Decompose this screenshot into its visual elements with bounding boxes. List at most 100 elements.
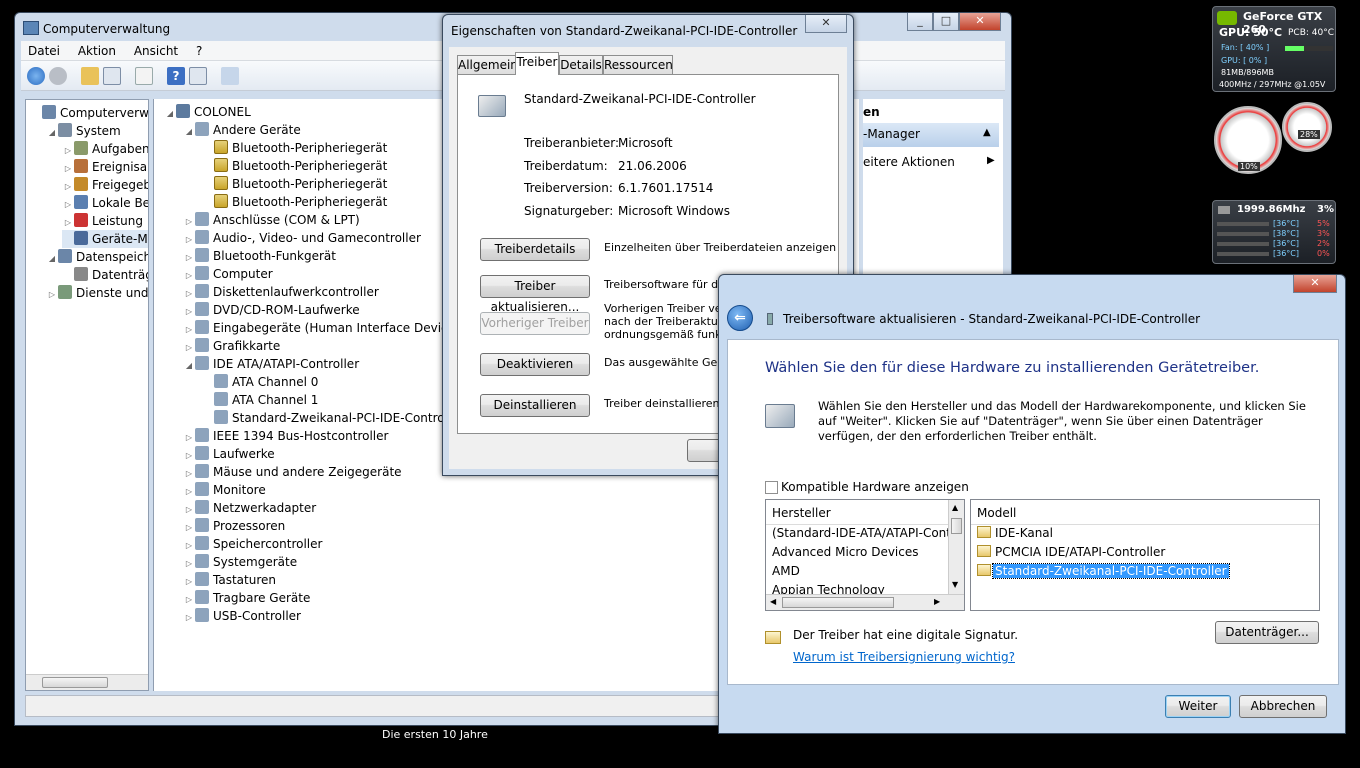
- device-tree-item[interactable]: ▷ Tastaturen: [183, 571, 276, 589]
- tab-treiber[interactable]: Treiber: [515, 52, 559, 75]
- model-list[interactable]: Modell IDE-Kanal PCMCIA IDE/ATAPI-Control…: [970, 499, 1320, 611]
- device-tree-item[interactable]: ▷ Audio-, Video- und Gamecontroller: [183, 229, 421, 247]
- driver-action-button[interactable]: Deinstallieren: [480, 394, 590, 417]
- model-item[interactable]: IDE-Kanal: [977, 526, 1055, 543]
- device-tree-item[interactable]: ▷ DVD/CD-ROM-Laufwerke: [183, 301, 360, 319]
- device-tree-item[interactable]: ▷ Grafikkarte: [183, 337, 280, 355]
- expand-icon[interactable]: ◢: [183, 357, 195, 375]
- device-tree-item[interactable]: ◢ COLONEL: [164, 103, 251, 121]
- up-folder-icon[interactable]: [81, 67, 99, 85]
- expand-icon[interactable]: ◢: [46, 250, 58, 268]
- show-tree-icon[interactable]: [103, 67, 121, 85]
- console-tree-item[interactable]: ▷Lokale Ben: [62, 194, 148, 212]
- device-tree-item[interactable]: Bluetooth-Peripheriegerät: [202, 175, 387, 193]
- back-button[interactable]: ⇐: [727, 305, 753, 331]
- left-hscrollbar[interactable]: [26, 674, 148, 690]
- console-tree-item[interactable]: ▷ Leistung: [62, 212, 143, 230]
- manufacturer-vscrollbar[interactable]: ▲ ▼: [948, 500, 964, 594]
- scroll-left-icon[interactable]: ◀: [770, 597, 776, 606]
- minimize-button[interactable]: _: [907, 13, 933, 31]
- device-tree-item[interactable]: ▷ USB-Controller: [183, 607, 301, 625]
- device-tree-item[interactable]: ▷ Diskettenlaufwerkcontroller: [183, 283, 379, 301]
- manufacturer-item[interactable]: AMD: [772, 564, 800, 578]
- expand-icon[interactable]: ◢: [183, 123, 195, 141]
- actions-device-manager[interactable]: -Manager ▲: [863, 123, 999, 147]
- device-tree-item[interactable]: Standard-Zweikanal-PCI-IDE-Controller: [202, 409, 464, 427]
- help-icon[interactable]: ?: [167, 67, 185, 85]
- forward-arrow-icon[interactable]: [49, 67, 67, 85]
- back-arrow-icon[interactable]: [27, 67, 45, 85]
- expand-icon[interactable]: ◢: [46, 124, 58, 142]
- device-tree-item[interactable]: ◢ IDE ATA/ATAPI-Controller: [183, 355, 359, 373]
- tab-allgemein[interactable]: Allgemein: [457, 55, 518, 75]
- actions-more[interactable]: eitere Aktionen ▶: [863, 153, 999, 173]
- signature-link[interactable]: Warum ist Treibersignierung wichtig?: [793, 650, 1015, 664]
- scan-hardware-icon[interactable]: [221, 67, 239, 85]
- device-tree-item[interactable]: ATA Channel 0: [202, 373, 318, 391]
- view-icon[interactable]: [189, 67, 207, 85]
- maximize-button[interactable]: □: [933, 13, 959, 31]
- manufacturer-item[interactable]: Advanced Micro Devices: [772, 545, 919, 559]
- wizard-close-button[interactable]: ✕: [1293, 275, 1337, 293]
- console-tree-item[interactable]: Computerverwaltu: [30, 104, 148, 122]
- manufacturer-item[interactable]: (Standard-IDE-ATA/ATAPI-Contr: [772, 526, 956, 540]
- device-tree-item[interactable]: ▷ Mäuse und andere Zeigegeräte: [183, 463, 402, 481]
- manufacturer-vscroll-thumb[interactable]: [951, 518, 962, 534]
- left-hscroll-thumb[interactable]: [42, 677, 108, 688]
- menu-datei[interactable]: Datei: [21, 41, 67, 61]
- model-item-selected[interactable]: Standard-Zweikanal-PCI-IDE-Controller: [977, 563, 1230, 581]
- menu-ansicht[interactable]: Ansicht: [127, 41, 185, 61]
- scroll-down-icon[interactable]: ▼: [952, 580, 958, 589]
- console-tree-item[interactable]: Datenträge: [62, 266, 148, 284]
- console-tree-item[interactable]: ◢ System: [46, 122, 121, 140]
- console-tree-item[interactable]: ▷Freigegebe: [62, 176, 148, 194]
- device-tree-item[interactable]: ▷ IEEE 1394 Bus-Hostcontroller: [183, 427, 388, 445]
- menu-aktion[interactable]: Aktion: [71, 41, 123, 61]
- expand-icon[interactable]: ▷: [183, 609, 195, 627]
- driver-action-button[interactable]: Treiber aktualisieren...: [480, 275, 590, 314]
- console-tree-item[interactable]: ▷Aufgabenp: [62, 140, 148, 158]
- driver-action-button[interactable]: Vorheriger Treiber: [480, 312, 590, 335]
- next-button[interactable]: Weiter: [1165, 695, 1231, 718]
- device-tree-item[interactable]: ▷ Prozessoren: [183, 517, 285, 535]
- close-button[interactable]: ✕: [959, 13, 1001, 31]
- console-tree-item[interactable]: Geräte-Ma: [62, 230, 148, 248]
- properties-close-button[interactable]: ✕: [805, 15, 847, 33]
- tab-details[interactable]: Details: [559, 55, 603, 75]
- console-tree-label: Ereignisan: [92, 160, 149, 174]
- cancel-button[interactable]: Abbrechen: [1239, 695, 1327, 718]
- driver-action-button[interactable]: Treiberdetails: [480, 238, 590, 261]
- device-tree-item[interactable]: Bluetooth-Peripheriegerät: [202, 193, 387, 211]
- device-tree-item[interactable]: ▷ Eingabegeräte (Human Interface Devices): [183, 319, 466, 337]
- device-tree-item[interactable]: ATA Channel 1: [202, 391, 318, 409]
- device-tree-item[interactable]: ◢ Andere Geräte: [183, 121, 301, 139]
- device-tree-item[interactable]: ▷ Tragbare Geräte: [183, 589, 310, 607]
- device-tree-item[interactable]: ▷ Laufwerke: [183, 445, 275, 463]
- device-tree-item[interactable]: ▷ Speichercontroller: [183, 535, 322, 553]
- console-tree-item[interactable]: ▷ Ereignisan: [62, 158, 149, 176]
- expand-icon[interactable]: ◢: [164, 105, 176, 123]
- manufacturer-hscroll-thumb[interactable]: [782, 597, 894, 608]
- console-tree-item[interactable]: ▷ Dienste und A: [46, 284, 148, 304]
- model-item[interactable]: PCMCIA IDE/ATAPI-Controller: [977, 545, 1167, 562]
- tab-ressourcen[interactable]: Ressourcen: [603, 55, 673, 75]
- device-tree-item[interactable]: ▷ Monitore: [183, 481, 266, 499]
- device-tree-item[interactable]: ▷ Computer: [183, 265, 273, 283]
- scroll-up-icon[interactable]: ▲: [952, 503, 958, 512]
- scroll-right-icon[interactable]: ▶: [934, 597, 940, 606]
- menu-help[interactable]: ?: [189, 41, 209, 61]
- compat-checkbox[interactable]: [765, 481, 778, 494]
- properties-icon[interactable]: [135, 67, 153, 85]
- device-tree-item[interactable]: ▷ Netzwerkadapter: [183, 499, 316, 517]
- device-tree-item[interactable]: ▷ Systemgeräte: [183, 553, 297, 571]
- device-tree-item[interactable]: ▷ Anschlüsse (COM & LPT): [183, 211, 360, 229]
- driver-action-button[interactable]: Deaktivieren: [480, 353, 590, 376]
- console-tree-item[interactable]: ◢ Datenspeicher: [46, 248, 148, 268]
- disk-button[interactable]: Datenträger...: [1215, 621, 1319, 644]
- manufacturer-hscrollbar[interactable]: ◀ ▶: [766, 594, 964, 610]
- device-tree-item[interactable]: ▷ Bluetooth-Funkgerät: [183, 247, 336, 265]
- manufacturer-list[interactable]: Hersteller (Standard-IDE-ATA/ATAPI-Contr…: [765, 499, 965, 611]
- device-tree-item[interactable]: Bluetooth-Peripheriegerät: [202, 157, 387, 175]
- expand-icon[interactable]: ▷: [46, 286, 58, 304]
- device-tree-item[interactable]: Bluetooth-Peripheriegerät: [202, 139, 387, 157]
